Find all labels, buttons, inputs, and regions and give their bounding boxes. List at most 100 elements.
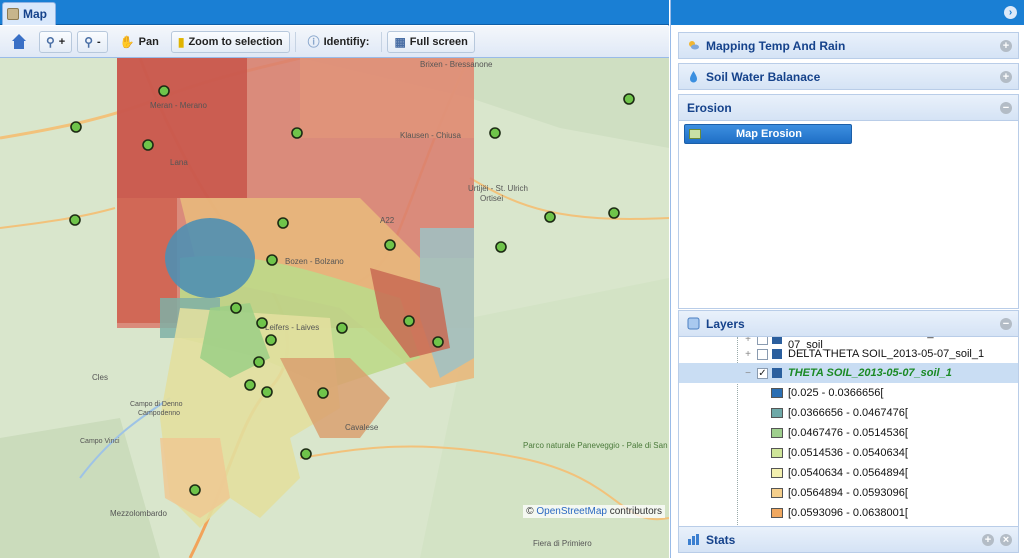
place-label: Meran - Merano [150,101,207,110]
section-stats-label: Stats [706,532,736,547]
attribution-suffix: contributors [609,506,662,517]
close-icon[interactable]: × [1000,534,1012,546]
station-marker[interactable] [256,317,268,329]
chevron-right-icon: › [1008,7,1013,18]
bar-chart-icon [688,534,699,545]
station-marker[interactable] [70,121,82,133]
legend-label: [0.0366656 - 0.0467476[ [788,407,908,419]
station-marker[interactable] [495,241,507,253]
legend-label: [0.0540634 - 0.0564894[ [788,467,908,479]
layer-checkbox-checked[interactable]: ✓ [757,367,768,379]
station-marker[interactable] [317,387,329,399]
expand-icon[interactable]: + [743,349,753,360]
toolbar-separator [294,31,296,52]
legend-swatch [771,408,783,418]
station-marker[interactable] [266,254,278,266]
zoom-out-button[interactable]: ⚲ - [77,30,108,53]
station-marker[interactable] [158,85,170,97]
legend-swatch [771,388,783,398]
expand-icon[interactable]: + [1000,40,1012,52]
info-icon: ⓘ [307,35,320,49]
layer-name: THETA SOIL_2013-05-07_soil_1 [788,367,952,379]
station-marker[interactable] [544,211,556,223]
full-screen-button[interactable]: ▦ Full screen [387,30,475,53]
legend-label: [0.0593096 - 0.0638001[ [788,507,908,519]
tab-map[interactable]: Map [2,2,56,25]
map-icon [7,8,19,20]
section-erosion-label: Erosion [687,100,732,115]
identify-label: Identifiy: [323,35,370,48]
map-panel-header: Map [0,0,669,25]
place-label: Brixen - Bressanone [420,60,493,69]
map-erosion-label: Map Erosion [735,128,802,140]
layer-icon [771,337,782,344]
station-marker[interactable] [336,322,348,334]
station-marker[interactable] [244,379,256,391]
legend-entry: [0.0564894 - 0.0593096[ [679,483,1018,503]
legend-entry: [0.0366656 - 0.0467476[ [679,403,1018,423]
pan-label: Pan [138,35,159,48]
section-stats[interactable]: Stats + × [678,526,1019,553]
legend-entry: [0.025 - 0.0366656[ [679,383,1018,403]
place-label: Campo di Denno [130,401,183,408]
layer-row-delta-theta[interactable]: + DELTA THETA SOIL_2013-05-07_soil_1 [679,344,1018,364]
map-canvas[interactable]: Brixen - Bressanone Meran - Merano Klaus… [0,58,669,558]
side-panel: › Mapping Temp And Rain + Soil Water Bal… [670,0,1024,558]
pan-button[interactable]: ✋ Pan [113,31,166,53]
place-label: Cles [92,373,108,382]
legend-label: [0.0467476 - 0.0514536[ [788,427,908,439]
legend-swatch [771,468,783,478]
station-marker[interactable] [142,139,154,151]
zoom-in-button[interactable]: ⚲ + [39,30,73,53]
section-mapping-label: Mapping Temp And Rain [706,38,846,53]
station-marker[interactable] [253,356,265,368]
layer-checkbox[interactable] [757,348,768,360]
place-label: Klausen - Chiusa [400,131,461,140]
osm-link[interactable]: OpenStreetMap [536,506,607,517]
collapse-icon[interactable]: − [1000,102,1012,114]
magnifier-icon: ⚲ [46,34,55,49]
station-marker[interactable] [623,93,635,105]
station-marker[interactable] [489,127,501,139]
legend-swatch [771,488,783,498]
station-marker[interactable] [189,484,201,496]
place-label: Lana [170,158,188,167]
station-marker[interactable] [384,239,396,251]
layer-row-theta-soil[interactable]: − ✓ THETA SOIL_2013-05-07_soil_1 [679,363,1018,383]
section-soil-water-balance[interactable]: Soil Water Balanace + [678,63,1019,90]
zoom-selection-label: Zoom to selection [188,35,283,48]
legend-swatch [771,508,783,518]
home-button[interactable] [4,31,34,53]
station-marker[interactable] [300,448,312,460]
station-marker[interactable] [261,386,273,398]
fullscreen-icon: ▦ [394,34,406,49]
toolbar-separator [381,31,383,52]
section-erosion[interactable]: Erosion − [678,94,1019,121]
collapse-icon[interactable]: − [1000,318,1012,330]
weather-icon [689,41,699,50]
collapse-panel-button[interactable]: › [1004,6,1017,19]
zoom-to-selection-button[interactable]: ▮ Zoom to selection [170,30,290,53]
place-label: Campodenno [138,410,180,417]
station-marker[interactable] [230,302,242,314]
section-mapping-temp-rain[interactable]: Mapping Temp And Rain + [678,32,1019,59]
station-marker[interactable] [265,334,277,346]
identify-button[interactable]: ⓘ Identifiy: [301,31,377,53]
legend-entry: [0.0540634 - 0.0564894[ [679,463,1018,483]
hand-icon: ✋ [119,34,135,49]
section-layers[interactable]: Layers − [678,310,1019,337]
station-marker[interactable] [403,315,415,327]
collapse-icon[interactable]: − [743,368,753,379]
place-label: Bozen - Bolzano [285,257,344,266]
map-erosion-button[interactable]: Map Erosion [684,124,852,144]
map-layer-icon [689,129,701,139]
expand-icon[interactable]: + [1000,71,1012,83]
station-marker[interactable] [69,214,81,226]
station-marker[interactable] [608,207,620,219]
station-marker[interactable] [277,217,289,229]
expand-icon[interactable]: + [982,534,994,546]
station-marker[interactable] [432,336,444,348]
station-marker[interactable] [291,127,303,139]
legend-entry: [0.0514536 - 0.0540634[ [679,443,1018,463]
section-water-balance-label: Soil Water Balanace [706,69,821,84]
